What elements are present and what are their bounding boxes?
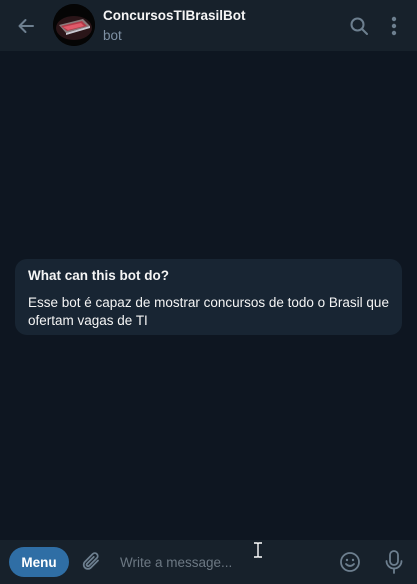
emoji-button[interactable]: [337, 548, 363, 576]
attach-button[interactable]: [78, 548, 106, 576]
arrow-left-icon: [18, 19, 34, 33]
avatar-image: [53, 4, 95, 46]
chat-title[interactable]: ConcursosTIBrasilBot: [103, 8, 246, 23]
bot-avatar[interactable]: [53, 4, 95, 46]
voice-message-button[interactable]: [380, 547, 408, 577]
message-composer: Menu: [0, 540, 417, 584]
bot-info-description: Esse bot é capaz de mostrar concursos de…: [28, 295, 389, 328]
search-icon: [350, 17, 368, 35]
search-button[interactable]: [345, 12, 373, 40]
message-input[interactable]: [114, 548, 324, 576]
menu-button[interactable]: Menu: [9, 547, 69, 577]
smiley-icon: [340, 552, 360, 572]
chat-subtitle: bot: [103, 28, 122, 43]
text-cursor-icon: [254, 542, 262, 558]
paperclip-icon: [82, 552, 99, 570]
microphone-icon: [385, 550, 403, 574]
more-vertical-icon: [391, 16, 397, 36]
bot-info-title: What can this bot do?: [28, 268, 169, 283]
more-options-button[interactable]: [380, 12, 408, 40]
chat-header: ConcursosTIBrasilBot bot: [0, 0, 417, 51]
bot-info-card: What can this bot do? Esse bot é capaz d…: [15, 259, 402, 335]
back-button[interactable]: [12, 12, 40, 40]
